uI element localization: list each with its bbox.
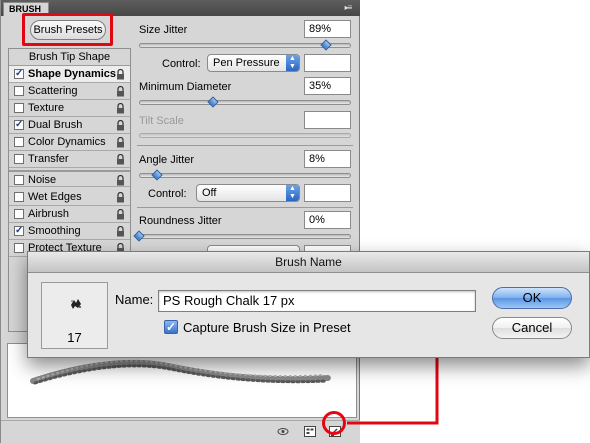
brush-size-label: 17 bbox=[67, 330, 82, 345]
capture-brush-size-checkbox[interactable]: ✓ bbox=[164, 320, 178, 334]
name-label: Name: bbox=[115, 292, 154, 307]
dialog-title: Brush Name bbox=[28, 252, 589, 273]
callout-arrow bbox=[347, 326, 444, 425]
brush-tip-icon bbox=[71, 299, 81, 309]
capture-brush-size-label[interactable]: Capture Brush Size in Preset bbox=[183, 320, 351, 335]
cancel-button[interactable]: Cancel bbox=[492, 317, 572, 339]
brush-name-input[interactable]: PS Rough Chalk 17 px bbox=[158, 290, 476, 312]
brush-name-dialog: Brush Name 17 Name: PS Rough Chalk 17 px… bbox=[27, 251, 590, 358]
brush-tip-preview: 17 bbox=[41, 282, 108, 349]
ok-button[interactable]: OK bbox=[492, 287, 572, 309]
